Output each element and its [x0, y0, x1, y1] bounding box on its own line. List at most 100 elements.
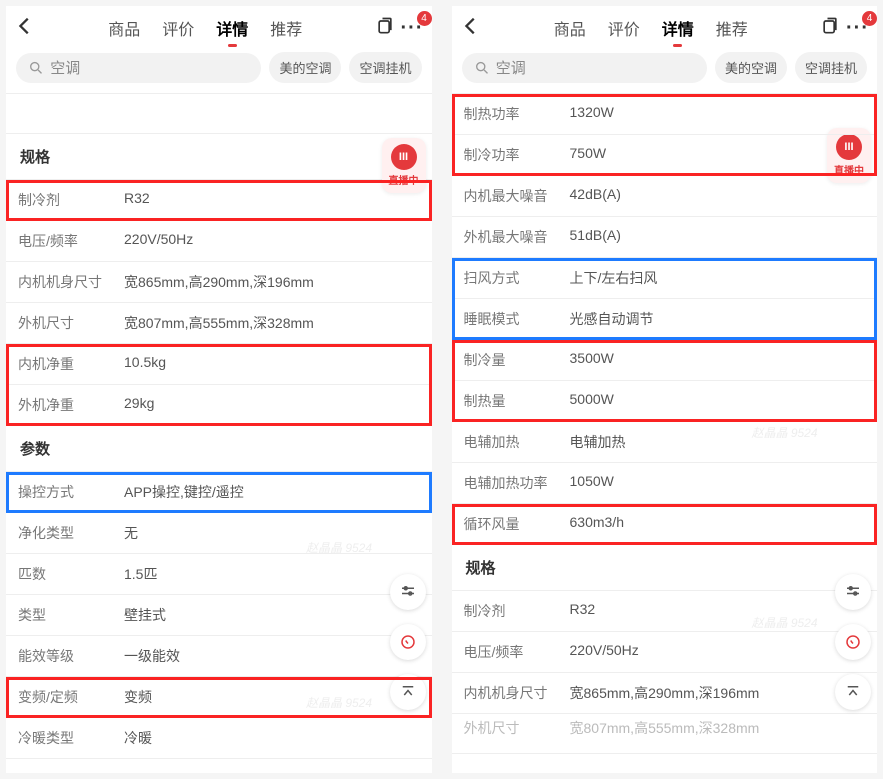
top-tabs-right: 商品评价详情推荐 [488, 14, 815, 42]
table-row: 能效等级一级能效 [6, 636, 432, 677]
notification-badge: 4 [417, 11, 432, 26]
row-label: 操控方式 [6, 472, 116, 512]
table-row: 电辅加热功率1050W [452, 463, 878, 504]
section-header: 参数 [6, 426, 432, 472]
search-icon [28, 59, 44, 77]
table-row: 制热量5000W [452, 381, 878, 422]
row-value: 宽865mm,高290mm,深196mm [116, 262, 322, 302]
row-value: 上下/左右扫风 [562, 258, 666, 298]
table-row: 电辅加热电辅加热 [452, 422, 878, 463]
row-label: 电辅加热功率 [452, 463, 562, 503]
float-controls [835, 574, 871, 710]
table-row: 外机尺寸宽807mm,高555mm,深328mm [6, 303, 432, 344]
row-label: 外机净重 [6, 385, 116, 425]
row-group: 扫风方式上下/左右扫风睡眠模式光感自动调节 [452, 258, 878, 340]
row-group: 制冷量3500W制热量5000W [452, 340, 878, 422]
tab-1[interactable]: 评价 [160, 14, 196, 42]
back-icon[interactable] [460, 15, 482, 42]
row-value: 变频 [116, 677, 160, 717]
row-value: APP操控,键控/遥控 [116, 472, 252, 512]
table-row: 外机尺寸宽807mm,高555mm,深328mm [452, 714, 878, 754]
tab-1[interactable]: 评价 [606, 14, 642, 42]
row-value: 42dB(A) [562, 176, 629, 216]
row-label: 匹数 [6, 554, 116, 594]
row-label: 电辅加热 [452, 422, 562, 462]
tab-2[interactable]: 详情 [214, 14, 250, 42]
table-row: 循环风量630m3/h [452, 504, 878, 545]
row-label: 冷暖类型 [6, 718, 116, 758]
share-icon[interactable] [375, 16, 395, 41]
table-row: 扫风方式上下/左右扫风 [452, 258, 878, 299]
table-row: 制冷量3500W [452, 340, 878, 381]
row-label: 外机尺寸 [452, 714, 562, 753]
row-label: 类型 [6, 595, 116, 635]
row-label: 电压/频率 [6, 221, 116, 261]
filter-button[interactable] [835, 574, 871, 610]
table-row: 外机最大噪音51dB(A) [452, 217, 878, 258]
row-label: 内机最大噪音 [452, 176, 562, 216]
row-label: 净化类型 [6, 513, 116, 553]
tab-3[interactable]: 推荐 [268, 14, 304, 42]
row-value: 宽865mm,高290mm,深196mm [562, 673, 768, 713]
table-row: 制冷剂R32 [6, 180, 432, 221]
row-value: 220V/50Hz [116, 221, 201, 261]
row-value: 3500W [562, 340, 622, 380]
row-value: 无 [116, 513, 146, 553]
row-label: 能效等级 [6, 636, 116, 676]
table-row: 变频/定频变频 [6, 677, 432, 718]
top-bar: 商品评价详情推荐 ··· 4 [6, 6, 432, 46]
content-left[interactable]: 规格制冷剂R32电压/频率220V/50Hz内机机身尺寸宽865mm,高290m… [6, 93, 432, 773]
row-value: 29kg [116, 385, 162, 425]
table-row: 睡眠模式光感自动调节 [452, 299, 878, 340]
section-header: 规格 [452, 545, 878, 591]
row-label: 内机机身尺寸 [452, 673, 562, 713]
row-value: R32 [116, 180, 158, 220]
spec-table-right: 制热功率1320W制冷功率750W内机最大噪音42dB(A)外机最大噪音51dB… [452, 94, 878, 754]
table-row: 制热功率1320W [452, 94, 878, 135]
row-label: 制冷量 [452, 340, 562, 380]
table-row: 内机机身尺寸宽865mm,高290mm,深196mm [6, 262, 432, 303]
phone-screen-right: 商品评价详情推荐 ··· 4 美的空调 空调挂机 制热功率1320W制冷功率75… [452, 6, 878, 773]
favorite-button[interactable] [390, 624, 426, 660]
table-row: 类型壁挂式 [6, 595, 432, 636]
row-value: R32 [562, 591, 604, 631]
table-row: 匹数1.5匹 [6, 554, 432, 595]
tab-3[interactable]: 推荐 [714, 14, 750, 42]
row-group: 内机净重10.5kg外机净重29kg [6, 344, 432, 426]
table-row: 制冷剂R32 [452, 591, 878, 632]
search-chip-0[interactable]: 美的空调 [715, 52, 787, 83]
row-value: 220V/50Hz [562, 632, 647, 672]
favorite-button[interactable] [835, 624, 871, 660]
search-input-wrap[interactable] [16, 53, 261, 83]
row-value: 电辅加热 [562, 422, 634, 462]
table-row: 冷暖类型冷暖 [6, 718, 432, 759]
row-value: 光感自动调节 [562, 299, 662, 339]
scroll-top-button[interactable] [835, 674, 871, 710]
search-input[interactable] [50, 59, 249, 76]
share-icon[interactable] [820, 16, 840, 41]
row-value: 冷暖 [116, 718, 160, 758]
more-menu[interactable]: ··· 4 [401, 17, 424, 40]
row-value: 750W [562, 135, 615, 175]
table-row: 电压/频率220V/50Hz [6, 221, 432, 262]
back-icon[interactable] [14, 15, 36, 42]
table-row: 内机最大噪音42dB(A) [452, 176, 878, 217]
tab-0[interactable]: 商品 [106, 14, 142, 42]
filter-button[interactable] [390, 574, 426, 610]
search-input[interactable] [496, 59, 695, 76]
search-chip-1[interactable]: 空调挂机 [795, 52, 867, 83]
search-chip-1[interactable]: 空调挂机 [349, 52, 421, 83]
row-value: 壁挂式 [116, 595, 174, 635]
top-bar: 商品评价详情推荐 ··· 4 [452, 6, 878, 46]
section-header: 规格 [6, 134, 432, 180]
row-value: 1320W [562, 94, 622, 134]
tab-2[interactable]: 详情 [660, 14, 696, 42]
tab-0[interactable]: 商品 [552, 14, 588, 42]
search-chip-0[interactable]: 美的空调 [269, 52, 341, 83]
row-label: 内机机身尺寸 [6, 262, 116, 302]
search-input-wrap[interactable] [462, 53, 707, 83]
row-label: 制冷剂 [6, 180, 116, 220]
more-menu[interactable]: ··· 4 [846, 17, 869, 40]
row-label: 循环风量 [452, 504, 562, 544]
content-right[interactable]: 制热功率1320W制冷功率750W内机最大噪音42dB(A)外机最大噪音51dB… [452, 93, 878, 773]
